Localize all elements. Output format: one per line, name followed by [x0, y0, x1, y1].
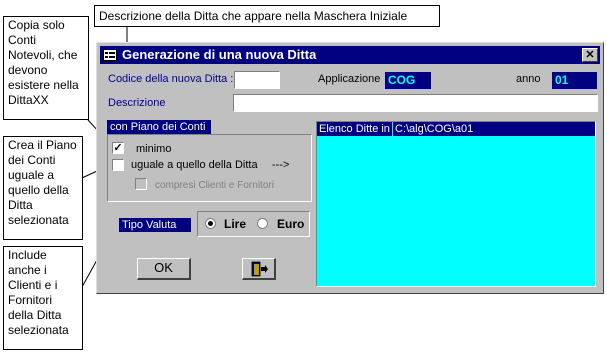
- form-icon: [103, 49, 117, 61]
- descrizione-label: Descrizione: [108, 97, 166, 109]
- window-title: Generazione di una nuova Ditta: [122, 47, 317, 62]
- exit-button[interactable]: [242, 258, 276, 280]
- ok-button[interactable]: OK: [137, 258, 191, 280]
- descrizione-input[interactable]: [233, 94, 598, 112]
- callout-piano-uguale: Crea il Piano dei Conti uguale a quello …: [3, 136, 83, 240]
- callout-conti-notevoli: Copia solo Conti Notevoli, che devono es…: [3, 16, 89, 120]
- elenco-header: Elenco Ditte in C:\alg\COG\a01: [317, 122, 595, 136]
- uguale-checkbox[interactable]: [112, 159, 124, 171]
- callout-clienti-fornitori: Include anche i Clienti e i Fornitori de…: [3, 246, 83, 350]
- close-button[interactable]: ✕: [582, 48, 598, 62]
- clienti-label: compresi Clienti e Fornitori: [155, 180, 274, 191]
- codice-label: Codice della nuova Ditta :: [108, 73, 234, 85]
- anno-field: 01: [552, 72, 597, 89]
- applicazione-field: COG: [385, 72, 431, 89]
- title-bar: Generazione di una nuova Ditta ✕: [100, 46, 600, 64]
- piano-header: con Piano dei Conti: [107, 120, 211, 134]
- euro-label: Euro: [277, 217, 305, 231]
- dialog-window: Generazione di una nuova Ditta ✕ Codice …: [96, 42, 604, 294]
- codice-input[interactable]: [234, 71, 280, 89]
- uguale-label: uguale a quello della Ditta: [131, 159, 258, 171]
- check-icon: ✓: [113, 142, 123, 154]
- applicazione-label: Applicazione: [318, 73, 381, 85]
- elenco-ditte-list[interactable]: Elenco Ditte in C:\alg\COG\a01: [316, 121, 596, 287]
- callout-descrizione: Descrizione della Ditta che appare nella…: [94, 5, 440, 27]
- clienti-checkbox[interactable]: [135, 178, 147, 190]
- minimo-checkbox[interactable]: ✓: [112, 142, 124, 154]
- elenco-label: Elenco Ditte in: [317, 122, 392, 136]
- valuta-label: Tipo Valuta: [119, 218, 191, 232]
- euro-radio[interactable]: [257, 218, 268, 229]
- close-icon: ✕: [585, 49, 595, 61]
- lire-radio[interactable]: [205, 218, 216, 229]
- minimo-label: minimo: [136, 143, 172, 155]
- lire-label: Lire: [224, 217, 247, 231]
- anno-label: anno: [516, 73, 541, 85]
- exit-door-icon: [251, 261, 268, 277]
- uguale-arrow: --->: [272, 159, 290, 171]
- elenco-path: C:\alg\COG\a01: [393, 122, 595, 136]
